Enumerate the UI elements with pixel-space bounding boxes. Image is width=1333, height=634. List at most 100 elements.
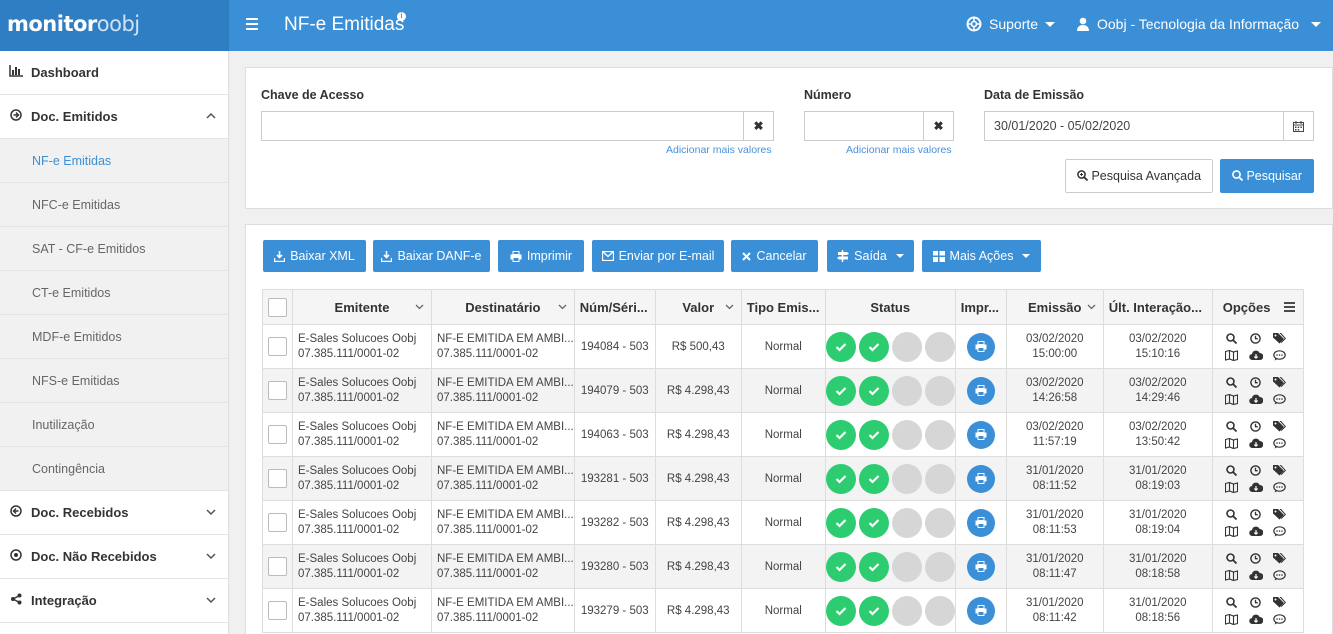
comment-icon[interactable] [1272,436,1288,450]
comment-icon[interactable] [1272,392,1288,406]
row-checkbox[interactable] [268,337,287,356]
col-emitente[interactable]: Emitente [292,289,432,325]
clock-icon[interactable] [1248,551,1264,565]
comment-icon[interactable] [1272,568,1288,582]
logo[interactable]: monitoroobj [7,12,140,36]
sidebar-item-doc-nao-recebidos[interactable]: Doc. Não Recebidos [0,535,228,579]
check-icon[interactable] [826,331,856,362]
check-icon[interactable] [826,595,856,626]
download-xml-button[interactable]: Baixar XML [263,240,366,272]
chevron-down-icon[interactable] [558,302,567,312]
sidebar-item-inutilizacao[interactable]: Inutilização [0,403,228,447]
search-icon[interactable] [1224,419,1240,433]
row-select-cell[interactable] [262,456,293,501]
sidebar-item-doc-recebidos[interactable]: Doc. Recebidos [0,491,228,535]
clock-icon[interactable] [1248,595,1264,609]
advanced-search-button[interactable]: Pesquisa Avançada [1065,159,1213,193]
table-row[interactable]: E-Sales Solucoes Oobj 07.385.111/0001-02 … [262,368,1304,413]
sidebar-item-nfce-emitidas[interactable]: NFC-e Emitidas [0,183,228,227]
chevron-down-icon[interactable] [725,302,734,312]
printer-icon[interactable] [966,552,995,581]
map-icon[interactable] [1224,568,1240,582]
sidebar-item-sat-cfe-emitidos[interactable]: SAT - CF-e Emitidos [0,227,228,271]
col-num-serie[interactable]: Núm/Séri... [573,289,656,325]
download-danfe-button[interactable]: Baixar DANF-e [373,240,490,272]
row-select-cell[interactable] [262,412,293,457]
tags-icon[interactable] [1272,551,1288,565]
clock-icon[interactable] [1248,463,1264,477]
table-row[interactable]: E-Sales Solucoes Oobj 07.385.111/0001-02 … [262,412,1304,457]
check-icon[interactable] [826,507,856,538]
clock-icon[interactable] [1248,331,1264,345]
select-all-header[interactable] [262,289,293,325]
check-icon[interactable] [858,331,889,362]
clear-chave-icon[interactable]: ✖ [743,112,773,140]
sidebar-item-nfse-emitidas[interactable]: NFS-e Emitidas [0,359,228,403]
col-destinatario[interactable]: Destinatário [431,289,575,325]
print-button[interactable]: Imprimir [498,240,584,272]
tags-icon[interactable] [1272,507,1288,521]
row-select-cell[interactable] [262,368,293,413]
cloud-download-icon[interactable] [1248,568,1264,582]
check-icon[interactable] [858,375,889,406]
column-menu-icon[interactable] [1283,300,1295,315]
clock-icon[interactable] [1248,419,1264,433]
clear-numero-icon[interactable]: ✖ [923,112,953,140]
map-icon[interactable] [1224,436,1240,450]
tags-icon[interactable] [1272,595,1288,609]
sidebar-item-dashboard[interactable]: Dashboard [0,51,228,95]
check-icon[interactable] [858,463,889,494]
sidebar-item-mdfe-emitidos[interactable]: MDF-e Emitidos [0,315,228,359]
comment-icon[interactable] [1272,348,1288,362]
row-select-cell[interactable] [262,588,293,633]
menu-toggle-icon[interactable] [246,14,262,36]
map-icon[interactable] [1224,524,1240,538]
check-icon[interactable] [858,551,889,582]
col-emissao[interactable]: Emissão [1005,289,1104,325]
cloud-download-icon[interactable] [1248,392,1264,406]
cloud-download-icon[interactable] [1248,348,1264,362]
table-row[interactable]: E-Sales Solucoes Oobj 07.385.111/0001-02 … [262,544,1304,589]
tags-icon[interactable] [1272,375,1288,389]
numero-input[interactable]: ✖ [804,111,954,141]
check-icon[interactable] [826,463,856,494]
printer-icon[interactable] [966,376,995,405]
data-emissao-input[interactable]: 30/01/2020 - 05/02/2020 [984,111,1314,141]
comment-icon[interactable] [1272,524,1288,538]
check-icon[interactable] [826,419,856,450]
table-row[interactable]: E-Sales Solucoes Oobj 07.385.111/0001-02 … [262,324,1304,369]
row-select-cell[interactable] [262,324,293,369]
send-email-button[interactable]: Enviar por E-mail [592,240,724,272]
row-checkbox[interactable] [268,513,287,532]
comment-icon[interactable] [1272,480,1288,494]
row-checkbox[interactable] [268,425,287,444]
sidebar-item-doc-emitidos[interactable]: Doc. Emitidos [0,95,228,139]
more-actions-dropdown-button[interactable]: Mais Ações [922,240,1041,272]
row-checkbox[interactable] [268,381,287,400]
cloud-download-icon[interactable] [1248,524,1264,538]
chave-acesso-input[interactable]: ✖ [261,111,774,141]
check-icon[interactable] [858,595,889,626]
printer-icon[interactable] [966,332,995,361]
clock-icon[interactable] [1248,375,1264,389]
cloud-download-icon[interactable] [1248,480,1264,494]
search-icon[interactable] [1224,375,1240,389]
support-menu[interactable]: Suporte [966,16,1056,32]
tags-icon[interactable] [1272,331,1288,345]
search-icon[interactable] [1224,551,1240,565]
search-icon[interactable] [1224,595,1240,609]
comment-icon[interactable] [1272,612,1288,626]
table-row[interactable]: E-Sales Solucoes Oobj 07.385.111/0001-02 … [262,456,1304,501]
row-select-cell[interactable] [262,544,293,589]
clock-icon[interactable] [1248,507,1264,521]
printer-icon[interactable] [966,420,995,449]
tags-icon[interactable] [1272,463,1288,477]
add-more-numero-link[interactable]: Adicionar mais valores [846,144,952,156]
search-icon[interactable] [1224,507,1240,521]
map-icon[interactable] [1224,612,1240,626]
user-menu[interactable]: Oobj - Tecnologia da Informação [1077,16,1322,32]
map-icon[interactable] [1224,348,1240,362]
search-icon[interactable] [1224,463,1240,477]
table-row[interactable]: E-Sales Solucoes Oobj 07.385.111/0001-02 … [262,588,1304,633]
sidebar-item-integracao[interactable]: Integração [0,579,228,623]
